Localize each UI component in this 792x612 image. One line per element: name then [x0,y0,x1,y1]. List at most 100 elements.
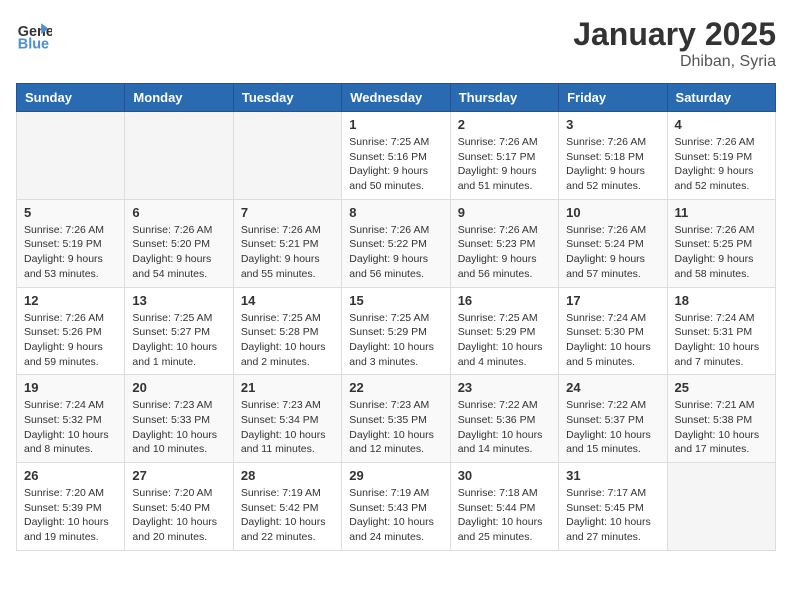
day-of-week-header: Monday [125,84,233,112]
day-number: 3 [566,117,659,132]
day-info: Sunrise: 7:23 AM Sunset: 5:35 PM Dayligh… [349,398,442,457]
day-info: Sunrise: 7:26 AM Sunset: 5:19 PM Dayligh… [24,223,117,282]
calendar-day-cell: 26Sunrise: 7:20 AM Sunset: 5:39 PM Dayli… [17,463,125,551]
day-number: 12 [24,293,117,308]
day-info: Sunrise: 7:26 AM Sunset: 5:25 PM Dayligh… [675,223,768,282]
day-number: 7 [241,205,334,220]
day-number: 11 [675,205,768,220]
day-info: Sunrise: 7:25 AM Sunset: 5:27 PM Dayligh… [132,311,225,370]
calendar-day-cell [125,112,233,200]
calendar-day-cell: 23 Sunrise: 7:22 AM Sunset: 5:36 PM Dayli… [450,375,558,463]
day-info: Sunrise: 7:26 AM Sunset: 5:20 PM Dayligh… [132,223,225,282]
calendar-day-cell: 25 Sunrise: 7:21 AM Sunset: 5:38 PM Dayli… [667,375,775,463]
day-info: Sunrise: 7:24 AM Sunset: 5:30 PM Dayligh… [566,311,659,370]
day-number: 6 [132,205,225,220]
day-number: 14 [241,293,334,308]
day-number: 26 [24,468,117,483]
day-info: Sunrise: 7:26 AM Sunset: 5:24 PM Dayligh… [566,223,659,282]
day-of-week-header: Tuesday [233,84,341,112]
day-info: Sunrise: 7:25 AM Sunset: 5:28 PM Dayligh… [241,311,334,370]
day-info: Sunrise: 7:19 AM Sunset: 5:43 PM Dayligh… [349,486,442,545]
day-number: 31 [566,468,659,483]
day-info: Sunrise: 7:26 AM Sunset: 5:22 PM Dayligh… [349,223,442,282]
day-number: 5 [24,205,117,220]
day-info: Sunrise: 7:18 AM Sunset: 5:44 PM Dayligh… [458,486,551,545]
logo-icon: General Blue [16,16,52,52]
calendar-day-cell: 18 Sunrise: 7:24 AM Sunset: 5:31 PM Dayli… [667,287,775,375]
day-info: Sunrise: 7:21 AM Sunset: 5:38 PM Dayligh… [675,398,768,457]
calendar-day-cell: 12 Sunrise: 7:26 AM Sunset: 5:26 PM Dayli… [17,287,125,375]
day-info: Sunrise: 7:17 AM Sunset: 5:45 PM Dayligh… [566,486,659,545]
day-info: Sunrise: 7:25 AM Sunset: 5:29 PM Dayligh… [458,311,551,370]
calendar-day-cell [667,463,775,551]
day-info: Sunrise: 7:22 AM Sunset: 5:37 PM Dayligh… [566,398,659,457]
day-number: 8 [349,205,442,220]
day-info: Sunrise: 7:25 AM Sunset: 5:16 PM Dayligh… [349,135,442,194]
day-info: Sunrise: 7:26 AM Sunset: 5:26 PM Dayligh… [24,311,117,370]
calendar-day-cell: 24 Sunrise: 7:22 AM Sunset: 5:37 PM Dayli… [559,375,667,463]
day-of-week-header: Thursday [450,84,558,112]
day-number: 9 [458,205,551,220]
day-info: Sunrise: 7:26 AM Sunset: 5:19 PM Dayligh… [675,135,768,194]
calendar-week-row: 1 Sunrise: 7:25 AM Sunset: 5:16 PM Daylig… [17,112,776,200]
calendar-table: SundayMondayTuesdayWednesdayThursdayFrid… [16,83,776,551]
calendar-day-cell: 3 Sunrise: 7:26 AM Sunset: 5:18 PM Daylig… [559,112,667,200]
day-info: Sunrise: 7:24 AM Sunset: 5:31 PM Dayligh… [675,311,768,370]
day-number: 1 [349,117,442,132]
day-number: 4 [675,117,768,132]
calendar-header-row: SundayMondayTuesdayWednesdayThursdayFrid… [17,84,776,112]
calendar-day-cell: 16Sunrise: 7:25 AM Sunset: 5:29 PM Dayli… [450,287,558,375]
calendar-day-cell: 21 Sunrise: 7:23 AM Sunset: 5:34 PM Dayli… [233,375,341,463]
day-number: 18 [675,293,768,308]
calendar-day-cell [233,112,341,200]
day-info: Sunrise: 7:26 AM Sunset: 5:21 PM Dayligh… [241,223,334,282]
day-info: Sunrise: 7:22 AM Sunset: 5:36 PM Dayligh… [458,398,551,457]
day-number: 19 [24,380,117,395]
location: Dhiban, Syria [573,53,776,71]
calendar-week-row: 5 Sunrise: 7:26 AM Sunset: 5:19 PM Daylig… [17,199,776,287]
calendar-day-cell: 11 Sunrise: 7:26 AM Sunset: 5:25 PM Dayli… [667,199,775,287]
calendar-week-row: 26Sunrise: 7:20 AM Sunset: 5:39 PM Dayli… [17,463,776,551]
day-number: 15 [349,293,442,308]
day-number: 25 [675,380,768,395]
day-number: 17 [566,293,659,308]
day-of-week-header: Wednesday [342,84,450,112]
day-number: 2 [458,117,551,132]
day-info: Sunrise: 7:25 AM Sunset: 5:29 PM Dayligh… [349,311,442,370]
calendar-day-cell: 28Sunrise: 7:19 AM Sunset: 5:42 PM Dayli… [233,463,341,551]
calendar-day-cell: 22 Sunrise: 7:23 AM Sunset: 5:35 PM Dayli… [342,375,450,463]
calendar-day-cell: 6 Sunrise: 7:26 AM Sunset: 5:20 PM Daylig… [125,199,233,287]
day-number: 13 [132,293,225,308]
calendar-week-row: 19Sunrise: 7:24 AM Sunset: 5:32 PM Dayli… [17,375,776,463]
calendar-day-cell: 15 Sunrise: 7:25 AM Sunset: 5:29 PM Dayli… [342,287,450,375]
day-of-week-header: Sunday [17,84,125,112]
day-of-week-header: Friday [559,84,667,112]
day-info: Sunrise: 7:26 AM Sunset: 5:17 PM Dayligh… [458,135,551,194]
calendar-day-cell: 30Sunrise: 7:18 AM Sunset: 5:44 PM Dayli… [450,463,558,551]
month-title: January 2025 [573,16,776,53]
day-number: 21 [241,380,334,395]
calendar-day-cell: 5 Sunrise: 7:26 AM Sunset: 5:19 PM Daylig… [17,199,125,287]
svg-text:Blue: Blue [18,36,49,52]
day-number: 22 [349,380,442,395]
title-area: January 2025 Dhiban, Syria [573,16,776,71]
calendar-day-cell: 27Sunrise: 7:20 AM Sunset: 5:40 PM Dayli… [125,463,233,551]
calendar-day-cell [17,112,125,200]
day-number: 20 [132,380,225,395]
day-number: 24 [566,380,659,395]
calendar-day-cell: 14 Sunrise: 7:25 AM Sunset: 5:28 PM Dayli… [233,287,341,375]
day-info: Sunrise: 7:23 AM Sunset: 5:34 PM Dayligh… [241,398,334,457]
calendar-week-row: 12 Sunrise: 7:26 AM Sunset: 5:26 PM Dayli… [17,287,776,375]
calendar-day-cell: 31 Sunrise: 7:17 AM Sunset: 5:45 PM Dayli… [559,463,667,551]
calendar-day-cell: 2 Sunrise: 7:26 AM Sunset: 5:17 PM Daylig… [450,112,558,200]
day-info: Sunrise: 7:20 AM Sunset: 5:40 PM Dayligh… [132,486,225,545]
calendar-day-cell: 17 Sunrise: 7:24 AM Sunset: 5:30 PM Dayli… [559,287,667,375]
day-info: Sunrise: 7:26 AM Sunset: 5:18 PM Dayligh… [566,135,659,194]
day-info: Sunrise: 7:23 AM Sunset: 5:33 PM Dayligh… [132,398,225,457]
calendar-day-cell: 13 Sunrise: 7:25 AM Sunset: 5:27 PM Dayli… [125,287,233,375]
calendar-day-cell: 29Sunrise: 7:19 AM Sunset: 5:43 PM Dayli… [342,463,450,551]
day-number: 23 [458,380,551,395]
day-of-week-header: Saturday [667,84,775,112]
day-number: 28 [241,468,334,483]
calendar-day-cell: 4 Sunrise: 7:26 AM Sunset: 5:19 PM Daylig… [667,112,775,200]
